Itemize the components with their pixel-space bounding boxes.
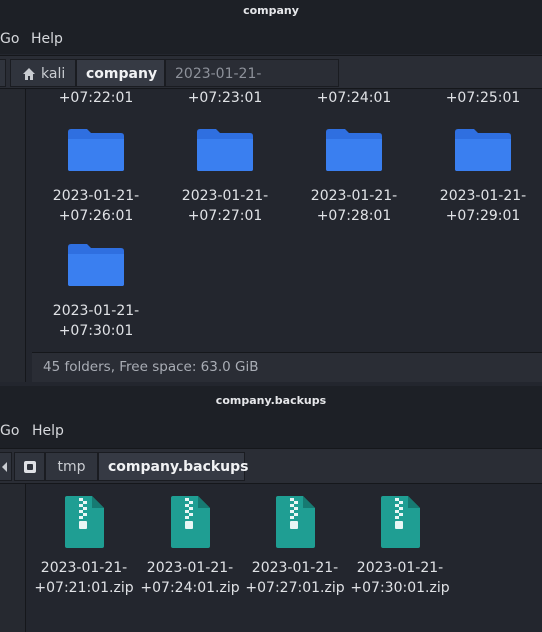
company-window: company Go Help kali company 2023-01-21-… bbox=[0, 0, 542, 386]
zip-file-icon bbox=[171, 496, 210, 548]
folder-label: +07:24:01 bbox=[316, 90, 392, 106]
breadcrumb: tmp company.backups bbox=[0, 448, 542, 484]
zip-file-icon bbox=[381, 496, 420, 548]
zip-file-icon bbox=[65, 496, 104, 548]
breadcrumb-scroll-left[interactable] bbox=[0, 452, 12, 481]
folder-item[interactable]: +07:24:01 bbox=[294, 89, 414, 108]
folder-label: +07:25:01 bbox=[445, 90, 521, 106]
file-grid: 2023-01-21- +07:21:01.zip 2023-01-21- +0… bbox=[32, 484, 542, 632]
breadcrumb-root[interactable] bbox=[14, 452, 45, 481]
zip-file-icon bbox=[276, 496, 315, 548]
sidebar-pane[interactable] bbox=[0, 484, 26, 632]
file-item[interactable]: 2023-01-21- +07:21:01.zip bbox=[32, 495, 144, 598]
breadcrumb-scroll-left[interactable] bbox=[0, 59, 6, 87]
home-icon bbox=[23, 68, 35, 80]
menu-help[interactable]: Help bbox=[31, 31, 63, 47]
file-item[interactable]: 2023-01-21- +07:30:01.zip bbox=[340, 495, 460, 598]
breadcrumb-home-label: kali bbox=[41, 66, 66, 82]
file-item[interactable]: 2023-01-21- +07:27:01.zip bbox=[235, 495, 355, 598]
drive-icon bbox=[24, 461, 36, 473]
folder-item[interactable]: 2023-01-21- +07:27:01 bbox=[165, 128, 285, 226]
sidebar-pane[interactable] bbox=[0, 89, 26, 382]
folder-item[interactable]: +07:25:01 bbox=[423, 89, 542, 108]
menu-help[interactable]: Help bbox=[32, 423, 64, 439]
folder-icon bbox=[68, 129, 124, 171]
chevron-left-icon bbox=[2, 462, 7, 472]
folder-item[interactable]: +07:23:01 bbox=[165, 89, 285, 108]
breadcrumb: kali company 2023-01-21-+07:06:01 bbox=[0, 55, 542, 110]
file-label: 2023-01-21- +07:24:01.zip bbox=[140, 560, 240, 596]
folder-item[interactable]: 2023-01-21- +07:28:01 bbox=[294, 128, 414, 226]
file-item[interactable]: 2023-01-21- +07:24:01.zip bbox=[130, 495, 250, 598]
menubar: Go Help bbox=[0, 24, 542, 54]
menubar: Go Help bbox=[0, 416, 542, 448]
folder-item[interactable]: 2023-01-21- +07:30:01 bbox=[36, 243, 156, 341]
folder-label: 2023-01-21- +07:29:01 bbox=[439, 188, 527, 224]
folder-label: +07:23:01 bbox=[187, 90, 263, 106]
breadcrumb-forward[interactable]: 2023-01-21-+07:06:01 bbox=[165, 59, 339, 110]
folder-label: +07:22:01 bbox=[58, 90, 134, 106]
file-label: 2023-01-21- +07:30:01.zip bbox=[350, 560, 450, 596]
folder-label: 2023-01-21- +07:30:01 bbox=[52, 303, 140, 339]
window-title: company bbox=[0, 0, 542, 24]
folder-label: 2023-01-21- +07:28:01 bbox=[310, 188, 398, 224]
status-bar: 45 folders, Free space: 63.0 GiB bbox=[32, 352, 542, 382]
file-label: 2023-01-21- +07:27:01.zip bbox=[245, 560, 345, 596]
folder-icon bbox=[197, 129, 253, 171]
menu-go[interactable]: Go bbox=[0, 31, 19, 47]
breadcrumb-current[interactable]: company bbox=[76, 59, 165, 87]
company-backups-window: company.backups Go Help tmp company.back… bbox=[0, 386, 542, 632]
breadcrumb-parent[interactable]: tmp bbox=[45, 452, 98, 481]
folder-label: 2023-01-21- +07:26:01 bbox=[52, 188, 140, 224]
menu-go[interactable]: Go bbox=[0, 423, 19, 439]
breadcrumb-current[interactable]: company.backups bbox=[98, 452, 249, 481]
breadcrumb-home[interactable]: kali bbox=[10, 59, 76, 87]
folder-icon bbox=[326, 129, 382, 171]
file-label: 2023-01-21- +07:21:01.zip bbox=[34, 560, 134, 596]
window-title: company.backups bbox=[0, 386, 542, 416]
folder-icon bbox=[68, 244, 124, 286]
folder-item[interactable]: 2023-01-21- +07:29:01 bbox=[423, 128, 542, 226]
folder-icon bbox=[455, 129, 511, 171]
folder-label: 2023-01-21- +07:27:01 bbox=[181, 188, 269, 224]
folder-item[interactable]: +07:22:01 bbox=[36, 89, 156, 108]
folder-item[interactable]: 2023-01-21- +07:26:01 bbox=[36, 128, 156, 226]
folder-grid: +07:22:01 +07:23:01 +07:24:01 +07:25:01 … bbox=[32, 89, 542, 352]
